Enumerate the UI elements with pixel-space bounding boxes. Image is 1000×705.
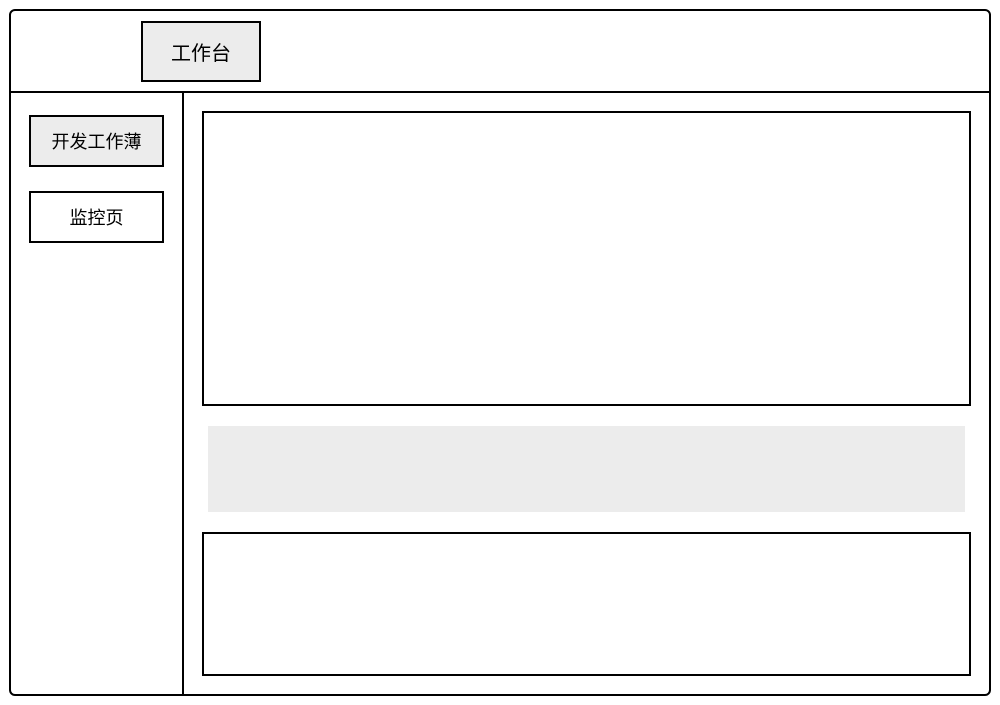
body-layout: 开发工作薄 监控页 — [11, 93, 989, 694]
main-content — [184, 93, 989, 694]
sidebar: 开发工作薄 监控页 — [11, 93, 184, 694]
content-panel-bottom — [202, 532, 971, 676]
content-panel-top — [202, 111, 971, 406]
app-frame: 工作台 开发工作薄 监控页 — [9, 9, 991, 696]
tab-workbench[interactable]: 工作台 — [141, 21, 261, 82]
sidebar-item-dev-workbook[interactable]: 开发工作薄 — [29, 115, 164, 167]
sidebar-item-monitor[interactable]: 监控页 — [29, 191, 164, 243]
content-panel-middle — [208, 426, 965, 512]
header-bar: 工作台 — [11, 11, 989, 93]
sidebar-item-label: 监控页 — [70, 204, 124, 230]
sidebar-item-label: 开发工作薄 — [52, 128, 142, 154]
